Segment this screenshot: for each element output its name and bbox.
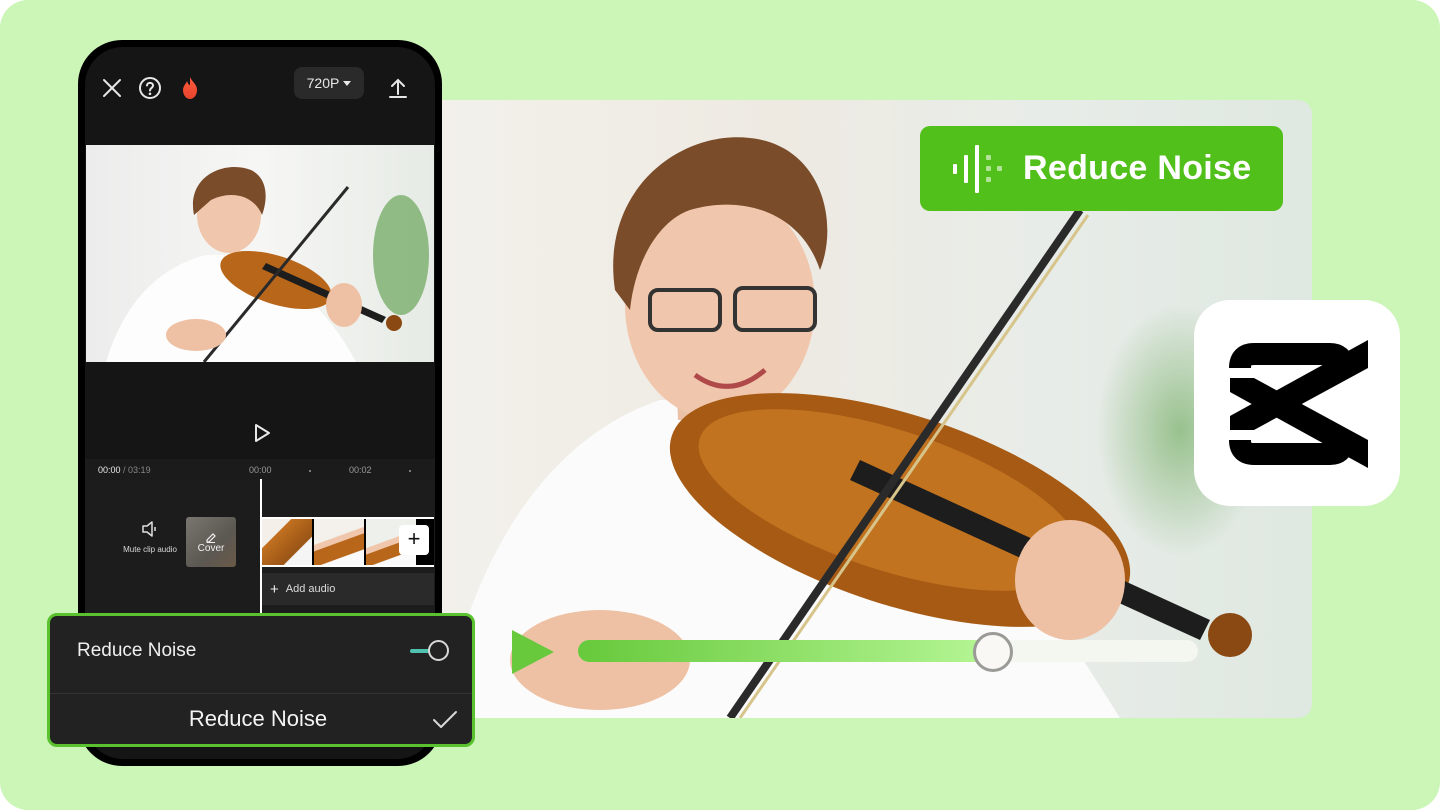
noise-level-slider[interactable]: [578, 632, 1198, 672]
slider-fill: [578, 640, 994, 662]
ruler-tick-label: 00:02: [349, 465, 372, 475]
current-time: 00:00: [98, 465, 121, 475]
ruler-tick-label: 00:00: [249, 465, 272, 475]
promo-canvas: 720P 00:00 / 03:19 00:00 00:02 Mute clip…: [0, 0, 1440, 810]
total-time: 03:19: [128, 465, 151, 475]
edit-pencil-icon: [206, 532, 216, 543]
time-separator: /: [120, 465, 129, 475]
reduce-noise-badge: Reduce Noise: [920, 126, 1283, 211]
speaker-icon: [142, 521, 156, 537]
add-audio-label: Add audio: [285, 583, 336, 595]
mute-clip-audio-button[interactable]: Mute clip audio: [115, 521, 185, 554]
play-icon[interactable]: [253, 423, 271, 443]
add-clip-button[interactable]: +: [399, 525, 429, 555]
app-logo-tile: [1194, 300, 1400, 506]
add-audio-button[interactable]: + Add audio: [262, 573, 434, 605]
toggle-knob: [428, 640, 449, 661]
confirm-check-icon[interactable]: [432, 710, 458, 730]
caret-down-icon: [343, 80, 352, 86]
clip-thumbnail: [314, 519, 364, 565]
reduce-noise-toggle[interactable]: [410, 640, 452, 662]
flame-icon[interactable]: [177, 75, 203, 101]
export-icon[interactable]: [385, 75, 411, 101]
resolution-value: 720P: [306, 75, 340, 91]
cover-button[interactable]: Cover: [186, 517, 236, 567]
preview-frame: [106, 167, 429, 362]
clip-thumbnail: [262, 519, 312, 565]
reduce-noise-panel: Reduce Noise Reduce Noise: [47, 613, 475, 747]
video-preview[interactable]: [86, 145, 434, 362]
audio-waveform-icon: [953, 144, 1002, 193]
reduce-noise-toggle-label: Reduce Noise: [77, 640, 197, 661]
cover-label: Cover: [197, 542, 225, 554]
capcut-logo-icon: [1229, 340, 1368, 468]
help-icon[interactable]: [137, 75, 163, 101]
reduce-noise-toggle-row: Reduce Noise: [50, 616, 472, 694]
ruler-tick-dot: [409, 470, 411, 472]
resolution-dropdown[interactable]: 720P: [294, 67, 364, 99]
plus-icon: +: [270, 580, 279, 598]
reduce-noise-panel-title: Reduce Noise: [188, 706, 328, 731]
time-readout: 00:00 / 03:19: [98, 465, 151, 475]
editor-topbar: 720P: [85, 47, 435, 131]
close-icon[interactable]: [99, 75, 125, 101]
playhead[interactable]: [260, 479, 262, 629]
ruler-tick-dot: [309, 470, 311, 472]
timeline-ruler: 00:00 / 03:19 00:00 00:02: [85, 459, 435, 481]
mute-clip-audio-label: Mute clip audio: [123, 545, 177, 554]
slider-play-icon[interactable]: [512, 630, 554, 674]
badge-label: Reduce Noise: [1023, 149, 1252, 187]
